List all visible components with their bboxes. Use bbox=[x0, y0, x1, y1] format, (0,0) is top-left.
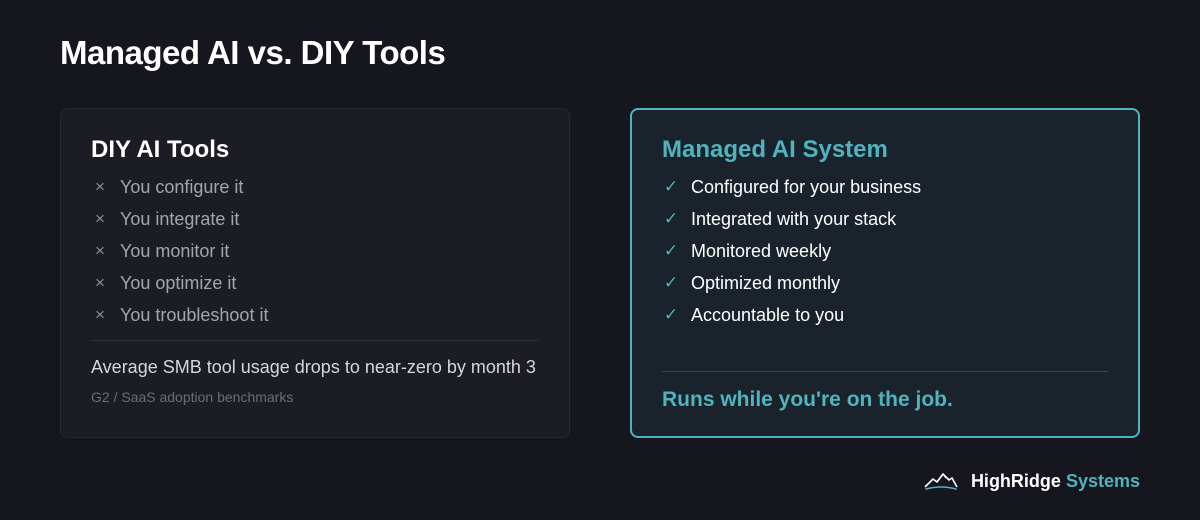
list-item: ✓ Monitored weekly bbox=[662, 235, 1108, 267]
managed-card: Managed AI System ✓ Configured for your … bbox=[630, 108, 1140, 438]
list-item-label: You optimize it bbox=[120, 272, 237, 293]
check-icon: ✓ bbox=[663, 273, 679, 292]
list-item-label: Configured for your business bbox=[691, 176, 922, 197]
list-item: × You optimize it bbox=[91, 267, 539, 299]
list-item: ✓ Accountable to you bbox=[662, 299, 1108, 331]
cross-icon: × bbox=[95, 305, 105, 324]
list-item: ✓ Configured for your business bbox=[662, 171, 1108, 203]
managed-list: ✓ Configured for your business ✓ Integra… bbox=[662, 171, 1108, 331]
diy-card: DIY AI Tools × You configure it × You in… bbox=[60, 108, 570, 438]
diy-card-title: DIY AI Tools bbox=[91, 136, 230, 163]
managed-card-title: Managed AI System bbox=[662, 136, 888, 163]
brand-logo: HighRidge Systems bbox=[924, 470, 1140, 492]
diy-divider bbox=[91, 340, 539, 341]
list-item: × You monitor it bbox=[91, 235, 539, 267]
cross-icon: × bbox=[95, 241, 105, 260]
list-item: ✓ Optimized monthly bbox=[662, 267, 1108, 299]
diy-list: × You configure it × You integrate it × … bbox=[91, 171, 539, 331]
check-icon: ✓ bbox=[663, 241, 679, 260]
managed-divider bbox=[662, 371, 1108, 372]
brand-name: HighRidge bbox=[970, 470, 1061, 491]
check-icon: ✓ bbox=[663, 209, 679, 228]
list-item-label: You monitor it bbox=[120, 240, 230, 261]
list-item: ✓ Integrated with your stack bbox=[662, 203, 1108, 235]
mountain-logo-icon bbox=[924, 473, 958, 490]
list-item: × You configure it bbox=[91, 171, 539, 203]
list-item: × You integrate it bbox=[91, 203, 539, 235]
page-title: Managed AI vs. DIY Tools bbox=[60, 34, 446, 71]
cross-icon: × bbox=[95, 273, 105, 292]
cross-icon: × bbox=[95, 209, 105, 228]
cross-icon: × bbox=[95, 177, 105, 196]
list-item-label: Optimized monthly bbox=[691, 272, 841, 293]
list-item-label: You integrate it bbox=[120, 208, 240, 229]
list-item: × You troubleshoot it bbox=[91, 299, 539, 331]
list-item-label: Accountable to you bbox=[691, 304, 845, 325]
list-item-label: You configure it bbox=[120, 176, 244, 197]
tagline: Runs while you're on the job. bbox=[662, 388, 953, 411]
list-item-label: Integrated with your stack bbox=[691, 208, 897, 229]
usage-stat: Average SMB tool usage drops to near-zer… bbox=[91, 357, 536, 377]
list-item-label: You troubleshoot it bbox=[120, 304, 269, 325]
check-icon: ✓ bbox=[663, 177, 679, 196]
list-item-label: Monitored weekly bbox=[691, 240, 832, 261]
check-icon: ✓ bbox=[663, 305, 679, 324]
stat-source: G2 / SaaS adoption benchmarks bbox=[91, 389, 294, 405]
brand-name-accent: Systems bbox=[1065, 470, 1140, 491]
